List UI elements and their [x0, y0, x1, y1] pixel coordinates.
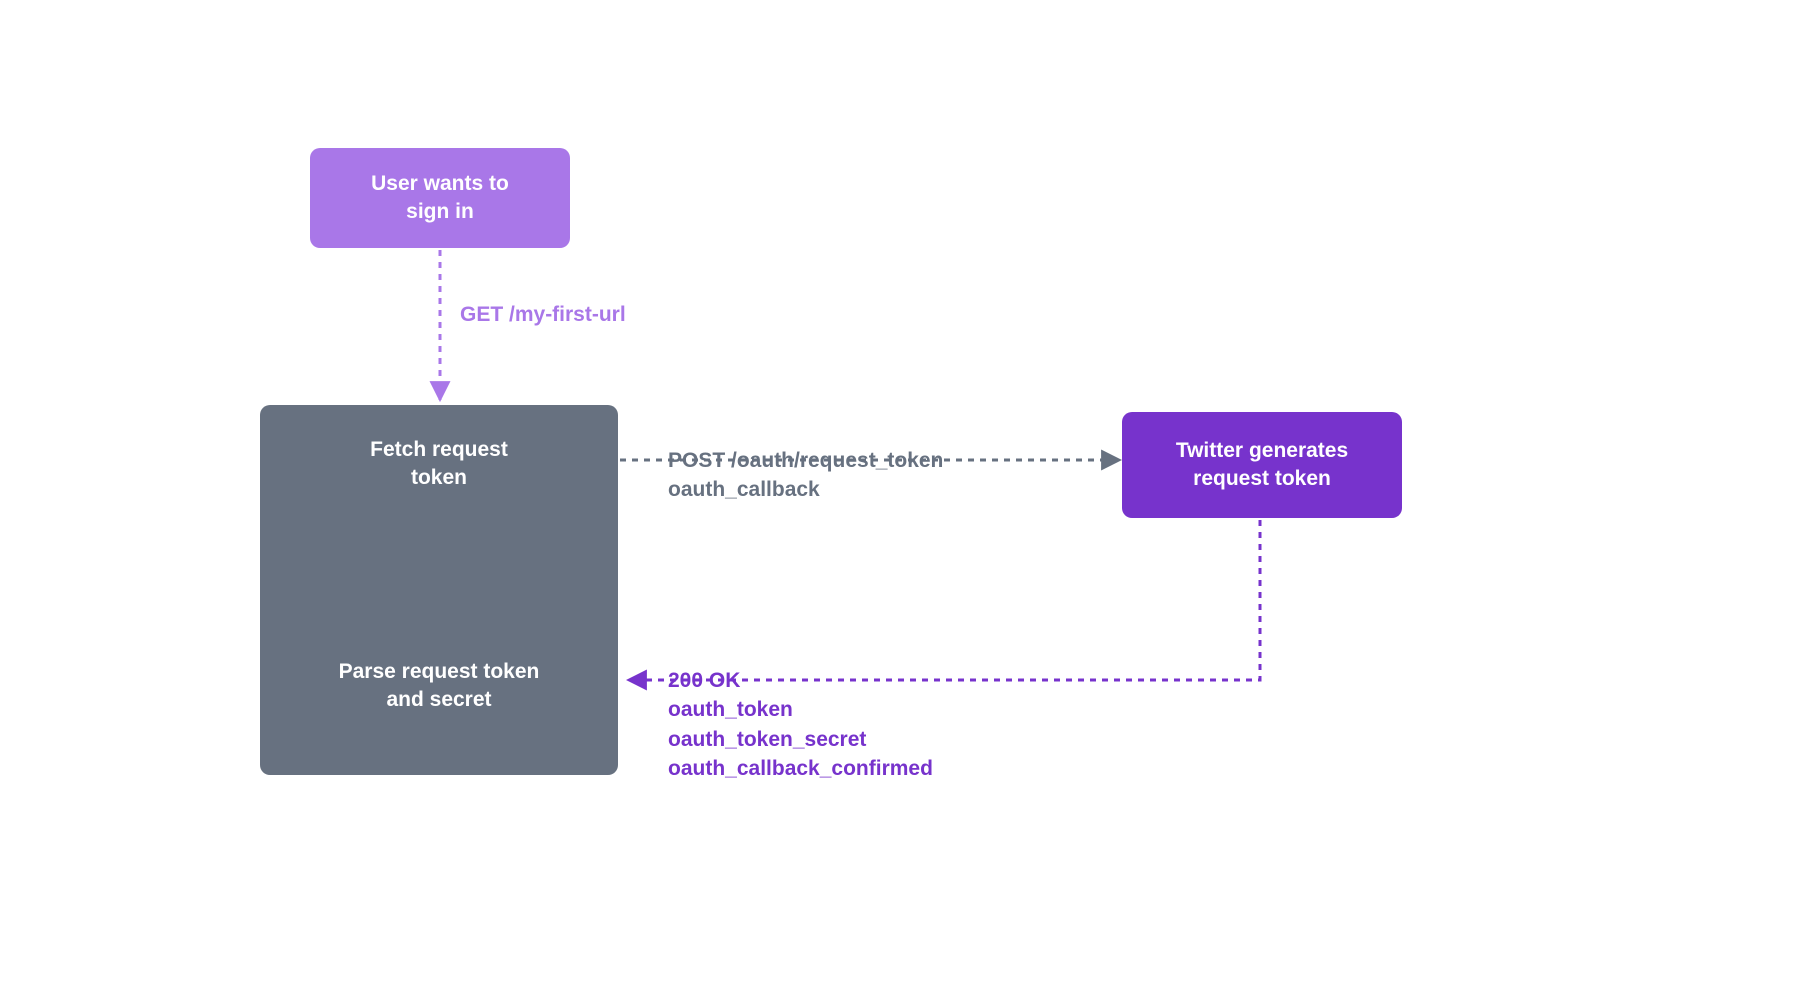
- node-twitter-generates: Twitter generatesrequest token: [1122, 412, 1402, 518]
- node-parse-token-label: Parse request tokenand secret: [339, 660, 540, 711]
- node-user-signin-label: User wants tosign in: [371, 170, 509, 227]
- edge-label-response: 200 OK oauth_token oauth_token_secret oa…: [668, 666, 933, 784]
- node-fetch-token: Fetch requesttoken: [260, 436, 618, 493]
- edge-label-post-request: POST /oauth/request_token oauth_callback: [668, 446, 943, 505]
- edge-response-200: [628, 520, 1260, 680]
- edge-label-resp-status: 200 OK: [668, 666, 933, 695]
- node-user-signin: User wants tosign in: [310, 148, 570, 248]
- edge-label-get-url: GET /my-first-url: [460, 300, 626, 329]
- edge-label-resp-l1: oauth_token: [668, 695, 933, 724]
- edge-label-resp-l3: oauth_callback_confirmed: [668, 754, 933, 783]
- edge-label-resp-l2: oauth_token_secret: [668, 725, 933, 754]
- node-twitter-generates-label: Twitter generatesrequest token: [1176, 437, 1348, 494]
- edge-label-post-line1: POST /oauth/request_token: [668, 446, 943, 475]
- edge-label-post-line2: oauth_callback: [668, 475, 943, 504]
- node-parse-token: Parse request tokenand secret: [260, 658, 618, 715]
- node-fetch-token-label: Fetch requesttoken: [370, 438, 508, 489]
